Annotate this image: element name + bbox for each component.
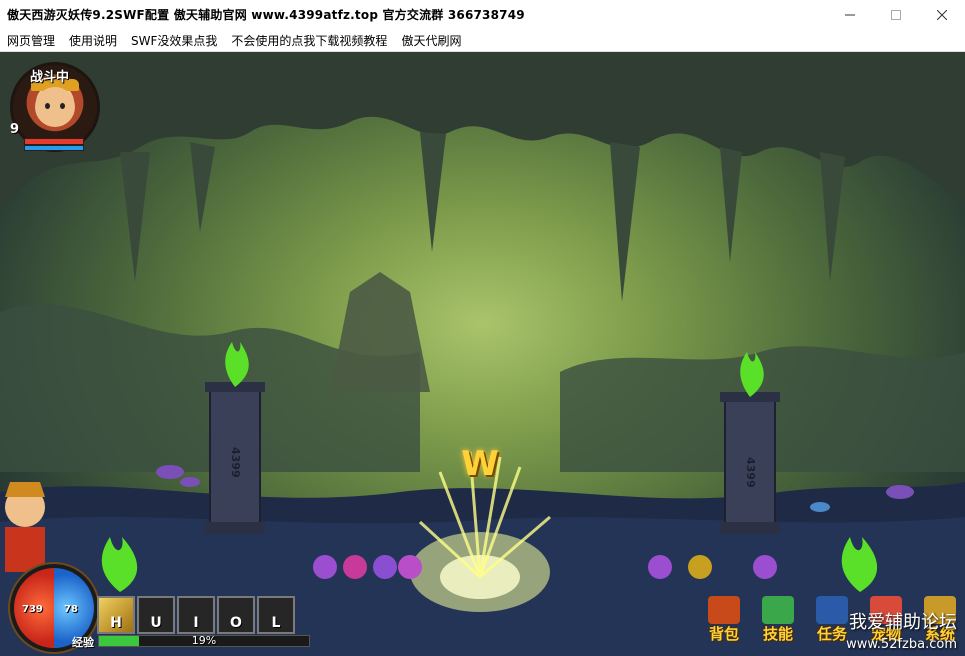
pillar-label-left: 4399 bbox=[229, 447, 242, 478]
maximize-button[interactable] bbox=[873, 0, 919, 29]
avatar-mp-bar bbox=[24, 145, 84, 151]
menu-item-instructions[interactable]: 使用说明 bbox=[62, 32, 124, 49]
menu-item-web-manage[interactable]: 网页管理 bbox=[0, 32, 62, 49]
skill-key-u: U bbox=[150, 615, 162, 631]
player-level: 9 bbox=[10, 122, 20, 137]
skill-slot-i[interactable]: I bbox=[177, 596, 215, 634]
menu-item-video-tutorial[interactable]: 不会使用的点我下载视频教程 bbox=[224, 32, 394, 49]
watermark-text: 我爱辅助论坛 bbox=[849, 612, 957, 633]
avatar-eye-right bbox=[60, 103, 65, 109]
exp-percent: 19% bbox=[191, 634, 217, 647]
game-canvas[interactable]: 4399 4399 战斗中 9 W 739 78 H U I O L 经验 19… bbox=[0, 52, 965, 656]
avatar-hp-bar bbox=[24, 138, 84, 145]
bag-label: 背包 bbox=[708, 625, 739, 643]
skill-slot-l[interactable]: L bbox=[257, 596, 295, 634]
cave-scene bbox=[0, 52, 965, 656]
window-title: 傲天西游灭妖传9.2SWF配置 傲天辅助官网 www.4399atfz.top … bbox=[7, 8, 525, 22]
bag-icon bbox=[708, 596, 740, 624]
skill-slot-h[interactable]: H bbox=[97, 596, 135, 634]
bag-button[interactable]: 背包 bbox=[700, 592, 748, 644]
close-icon bbox=[937, 9, 947, 20]
pillar-label-right: 4399 bbox=[744, 457, 757, 488]
exp-bar: 19% bbox=[98, 634, 310, 647]
skill-slot-o[interactable]: O bbox=[217, 596, 255, 634]
menu-bar: 网页管理 使用说明 SWF没效果点我 不会使用的点我下载视频教程 傲天代刷网 bbox=[0, 29, 965, 52]
skill-key-l: L bbox=[271, 615, 281, 631]
quest-icon bbox=[816, 596, 848, 624]
skill-key-o: O bbox=[230, 615, 242, 631]
skill-label: 技能 bbox=[762, 625, 793, 643]
avatar-hp-fill bbox=[25, 139, 83, 144]
menu-item-swf-help[interactable]: SWF没效果点我 bbox=[124, 32, 224, 49]
watermark-url: www.52fzba.com bbox=[846, 637, 957, 652]
skill-key-h: H bbox=[110, 615, 122, 631]
skill-icon bbox=[762, 596, 794, 624]
menu-item-recharge-site[interactable]: 傲天代刷网 bbox=[394, 32, 468, 49]
minimize-button[interactable] bbox=[827, 0, 873, 29]
avatar-eye-left bbox=[45, 103, 50, 109]
skill-bar: H U I O L bbox=[97, 596, 295, 634]
combat-status: 战斗中 bbox=[30, 70, 70, 85]
maximize-icon bbox=[891, 9, 901, 20]
avatar-face bbox=[35, 87, 75, 127]
skill-button[interactable]: 技能 bbox=[754, 592, 802, 644]
avatar-mp-fill bbox=[25, 146, 83, 150]
window-controls bbox=[827, 0, 965, 29]
close-button[interactable] bbox=[919, 0, 965, 29]
skill-slot-u[interactable]: U bbox=[137, 596, 175, 634]
skill-key-i: I bbox=[193, 615, 199, 631]
exp-label: 经验 bbox=[72, 636, 94, 649]
mp-value: 78 bbox=[64, 604, 78, 615]
hotkey-prompt: W bbox=[461, 444, 499, 484]
hp-value: 739 bbox=[22, 604, 43, 615]
title-bar: 傲天西游灭妖传9.2SWF配置 傲天辅助官网 www.4399atfz.top … bbox=[0, 0, 965, 29]
minimize-icon bbox=[845, 14, 855, 15]
